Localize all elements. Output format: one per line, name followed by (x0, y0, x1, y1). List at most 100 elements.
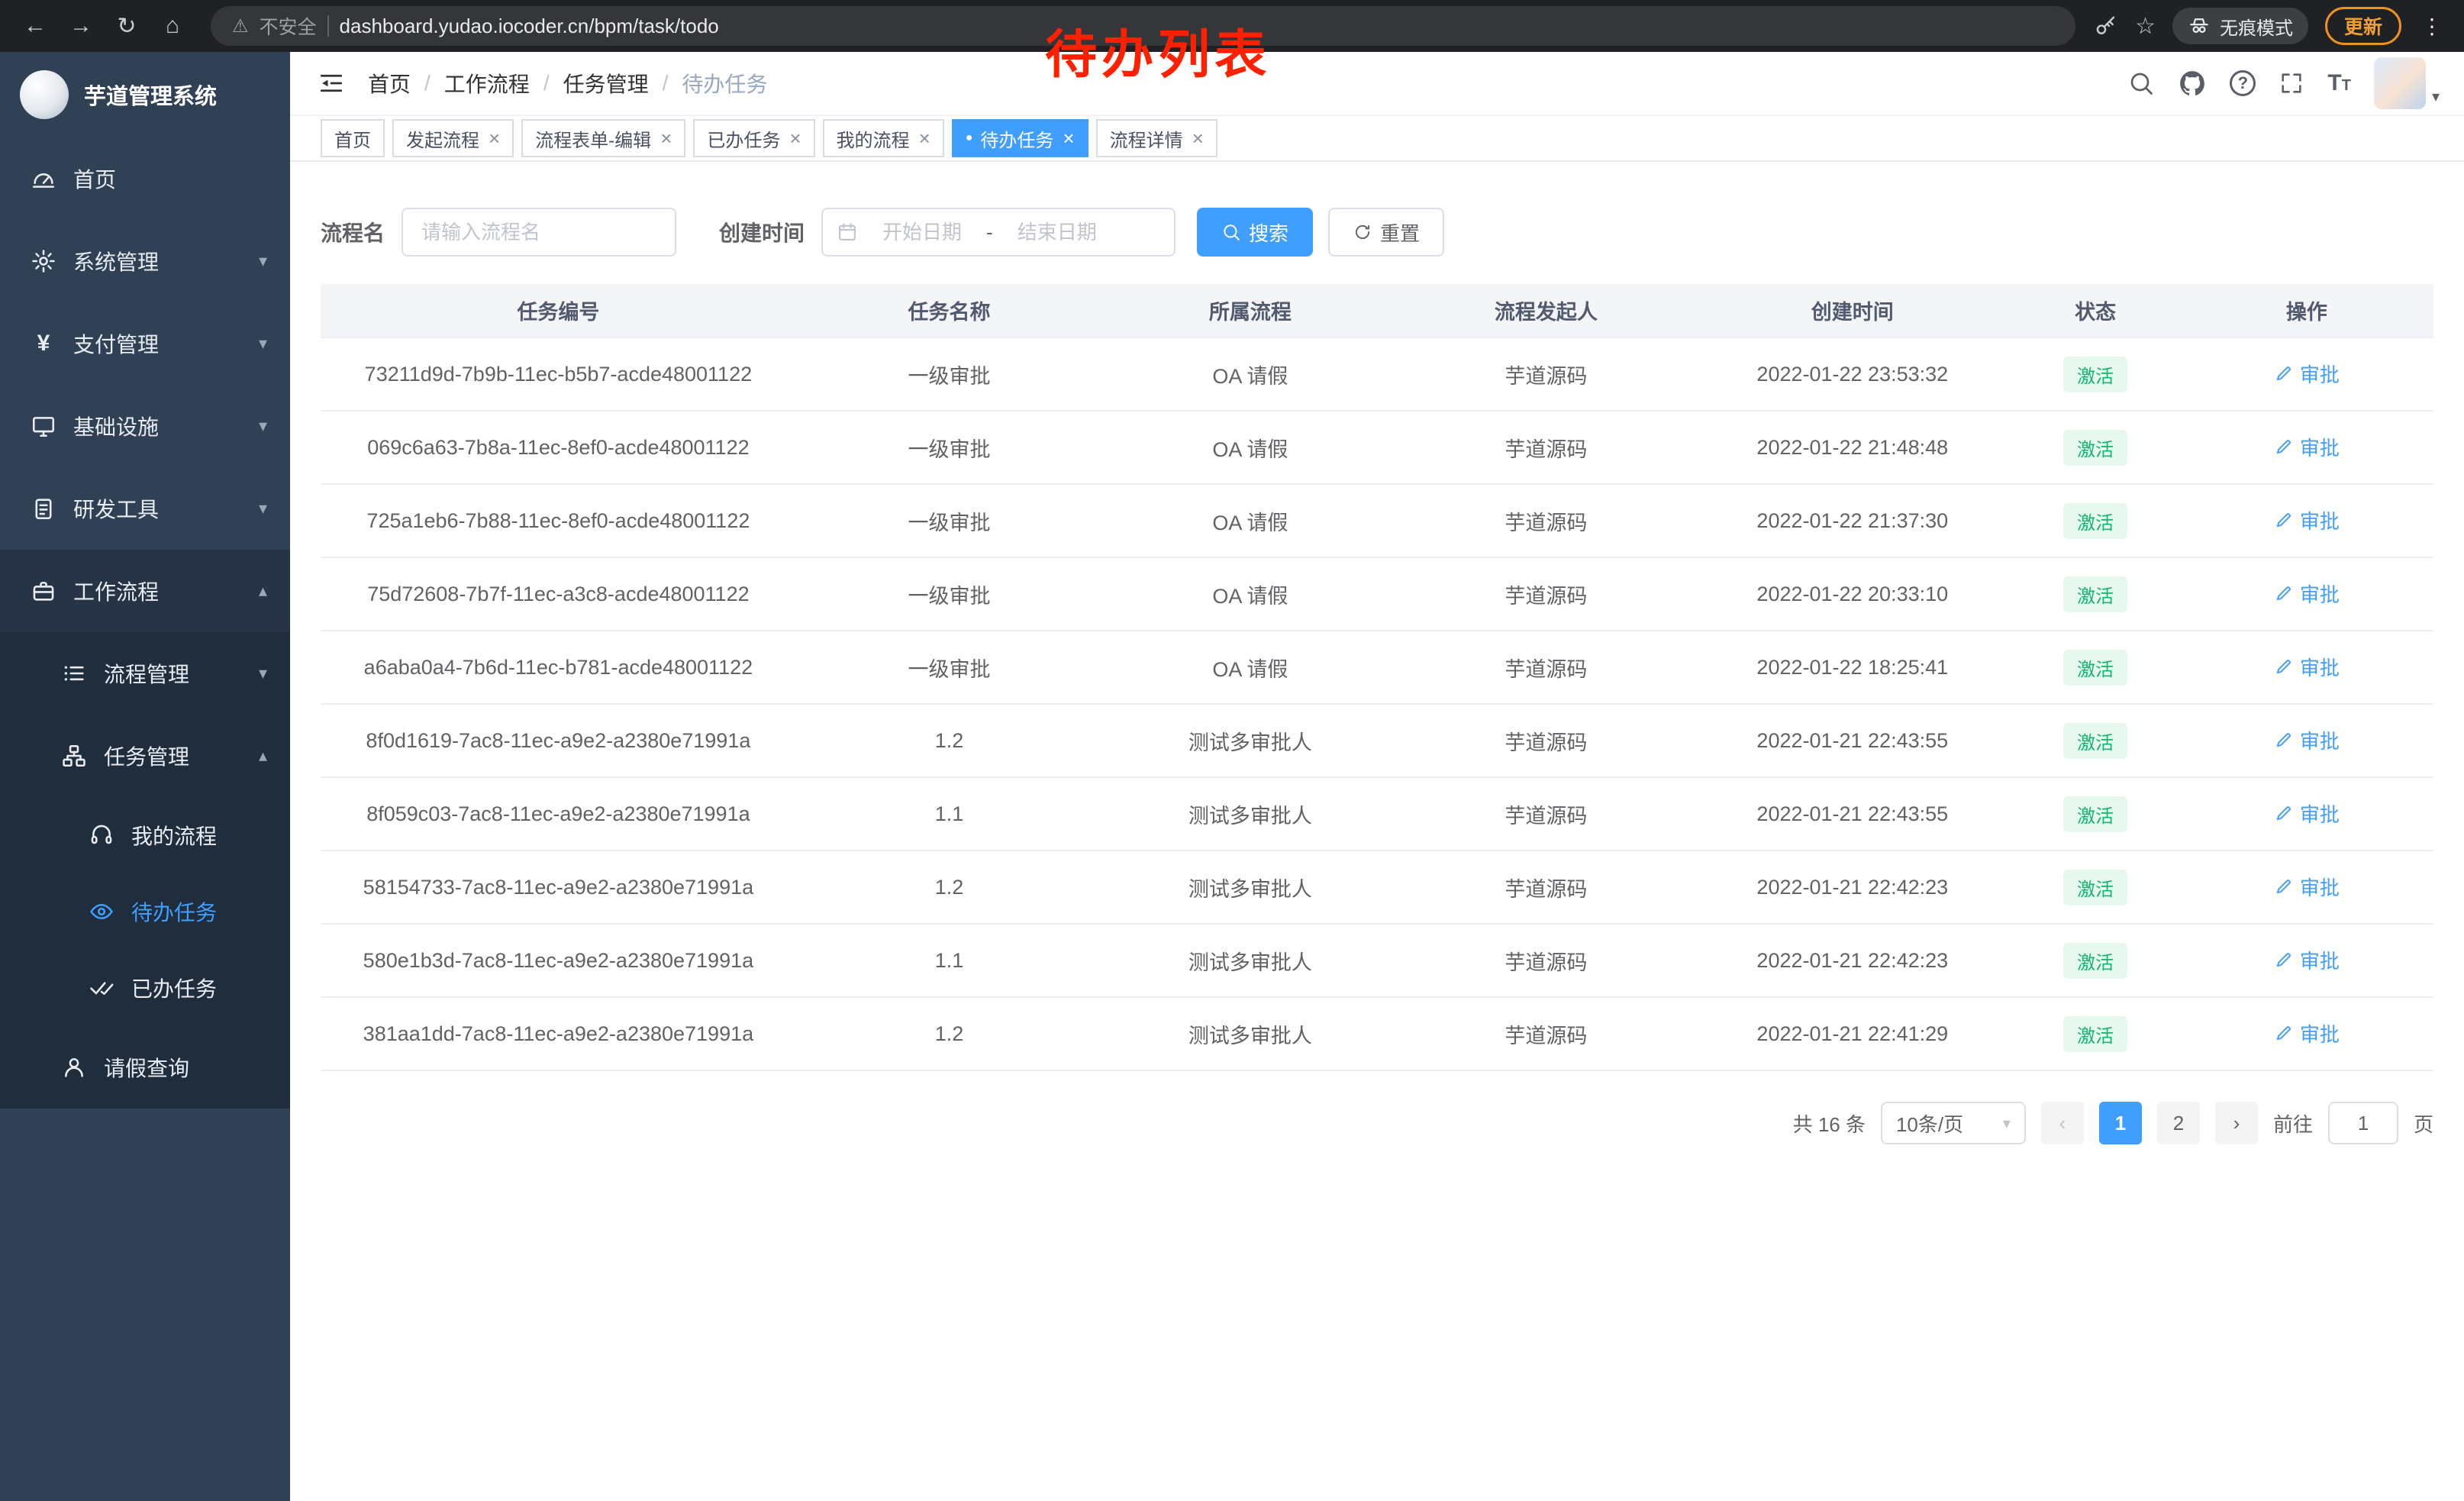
status-badge: 激活 (2063, 357, 2127, 392)
sidebar-item-label: 工作流程 (73, 576, 159, 606)
task-id-cell: 8f059c03-7ac8-11ec-a9e2-a2380e71991a (321, 777, 796, 851)
breadcrumb-workflow[interactable]: 工作流程 (444, 68, 530, 98)
bookmark-star-icon[interactable]: ☆ (2135, 13, 2156, 40)
close-icon[interactable]: × (489, 128, 500, 148)
tab-label: 流程表单-编辑 (535, 125, 651, 152)
tab-home[interactable]: 首页 (321, 119, 385, 157)
edit-pencil-icon (2274, 510, 2294, 530)
sidebar-item-my-process[interactable]: 我的流程 (0, 797, 290, 873)
tab-done-tasks[interactable]: 已办任务 × (693, 119, 814, 157)
page-button-1[interactable]: 1 (2099, 1102, 2142, 1144)
process-name-input[interactable] (402, 208, 676, 257)
sidebar-item-todo-tasks[interactable]: 待办任务 (0, 873, 290, 950)
address-divider (327, 15, 329, 37)
approve-link[interactable]: 审批 (2274, 433, 2340, 461)
search-icon[interactable] (2127, 69, 2155, 97)
page-size-select[interactable]: 10条/页 ▾ (1881, 1102, 2026, 1144)
breadcrumb-home[interactable]: 首页 (368, 68, 411, 98)
browser-back-button[interactable]: ← (15, 6, 55, 46)
calendar-icon (837, 221, 858, 243)
approve-link[interactable]: 审批 (2274, 653, 2340, 681)
approve-link[interactable]: 审批 (2274, 799, 2340, 828)
initiator-cell: 芋道源码 (1398, 631, 1695, 704)
sidebar-item-label: 系统管理 (73, 246, 159, 276)
chevron-down-icon: ▾ (259, 499, 267, 518)
start-date-input[interactable] (864, 221, 980, 244)
approve-link[interactable]: 审批 (2274, 506, 2340, 534)
goto-page-input[interactable] (2328, 1102, 2398, 1144)
update-label: 更新 (2344, 12, 2382, 40)
password-key-icon[interactable] (2094, 14, 2118, 38)
browser-update-button[interactable]: 更新 (2325, 7, 2401, 45)
help-icon[interactable]: ? (2230, 70, 2256, 96)
sidebar-item-process-mgmt[interactable]: 流程管理 ▾ (0, 632, 290, 715)
created-time-cell: 2022-01-22 21:37:30 (1694, 484, 2011, 557)
edit-pencil-icon (2274, 363, 2294, 383)
github-icon[interactable] (2178, 69, 2207, 98)
breadcrumb-task-mgmt[interactable]: 任务管理 (563, 68, 649, 98)
approve-label: 审批 (2300, 360, 2340, 388)
close-icon[interactable]: × (1063, 128, 1074, 148)
sidebar-item-leave-query[interactable]: 请假查询 (0, 1026, 290, 1109)
incognito-icon (2188, 15, 2211, 37)
user-menu[interactable]: ▾ (2374, 57, 2440, 109)
sidebar-item-done-tasks[interactable]: 已办任务 (0, 950, 290, 1026)
initiator-cell: 芋道源码 (1398, 924, 1695, 997)
sidebar-collapse-icon[interactable] (318, 69, 345, 97)
font-size-icon[interactable]: TT (2327, 70, 2351, 96)
close-icon[interactable]: × (660, 128, 672, 148)
reset-button[interactable]: 重置 (1328, 208, 1444, 257)
date-range-picker[interactable]: - (821, 208, 1176, 257)
sidebar-item-label: 流程管理 (104, 658, 189, 689)
browser-menu-icon[interactable]: ⋮ (2418, 14, 2446, 39)
process-cell: OA 请假 (1102, 557, 1398, 631)
tab-my-process[interactable]: 我的流程 × (823, 119, 944, 157)
col-action: 操作 (2180, 284, 2433, 337)
yen-icon: ¥ (31, 331, 56, 357)
browser-home-button[interactable]: ⌂ (153, 6, 192, 46)
status-cell: 激活 (2011, 337, 2179, 411)
search-button[interactable]: 搜索 (1197, 208, 1313, 257)
prev-page-button[interactable]: ‹ (2041, 1102, 2084, 1144)
tab-todo-tasks[interactable]: ● 待办任务 × (952, 119, 1088, 157)
action-cell: 审批 (2180, 851, 2433, 924)
close-icon[interactable]: × (1192, 128, 1204, 148)
end-date-input[interactable] (999, 221, 1115, 244)
sidebar-item-workflow[interactable]: 工作流程 ▴ (0, 550, 290, 632)
approve-link[interactable]: 审批 (2274, 873, 2340, 901)
table-row: 580e1b3d-7ac8-11ec-a9e2-a2380e71991a 1.1… (321, 924, 2433, 997)
close-icon[interactable]: × (919, 128, 930, 148)
sidebar-item-label: 请假查询 (104, 1052, 189, 1083)
sidebar-item-infrastructure[interactable]: 基础设施 ▾ (0, 385, 290, 467)
sidebar-item-task-mgmt[interactable]: 任务管理 ▴ (0, 715, 290, 797)
browser-reload-button[interactable]: ↻ (107, 6, 147, 46)
browser-forward-button[interactable]: → (61, 6, 101, 46)
app-logo[interactable]: 芋道管理系统 (0, 52, 290, 137)
edit-pencil-icon (2274, 730, 2294, 750)
tab-start-process[interactable]: 发起流程 × (392, 119, 514, 157)
approve-link[interactable]: 审批 (2274, 579, 2340, 608)
address-bar[interactable]: ⚠ 不安全 dashboard.yudao.iocoder.cn/bpm/tas… (211, 6, 2075, 46)
fullscreen-icon[interactable] (2279, 70, 2304, 96)
col-created-time: 创建时间 (1694, 284, 2011, 337)
task-id-cell: a6aba0a4-7b6d-11ec-b781-acde48001122 (321, 631, 796, 704)
tab-label: 已办任务 (707, 125, 780, 152)
approve-link[interactable]: 审批 (2274, 1019, 2340, 1047)
col-status: 状态 (2011, 284, 2179, 337)
process-name-label: 流程名 (321, 217, 385, 247)
close-icon[interactable]: × (789, 128, 801, 148)
sidebar-item-home[interactable]: 首页 (0, 137, 290, 220)
sidebar-item-dev-tools[interactable]: 研发工具 ▾ (0, 467, 290, 550)
initiator-cell: 芋道源码 (1398, 704, 1695, 777)
tab-process-form-edit[interactable]: 流程表单-编辑 × (521, 119, 685, 157)
initiator-cell: 芋道源码 (1398, 411, 1695, 484)
sidebar-item-payment[interactable]: ¥ 支付管理 ▾ (0, 302, 290, 385)
page-button-2[interactable]: 2 (2157, 1102, 2200, 1144)
tab-process-detail[interactable]: 流程详情 × (1096, 119, 1217, 157)
sidebar-item-system[interactable]: 系统管理 ▾ (0, 220, 290, 302)
table-row: 58154733-7ac8-11ec-a9e2-a2380e71991a 1.2… (321, 851, 2433, 924)
approve-link[interactable]: 审批 (2274, 360, 2340, 388)
next-page-button[interactable]: › (2215, 1102, 2258, 1144)
approve-link[interactable]: 审批 (2274, 946, 2340, 974)
approve-link[interactable]: 审批 (2274, 726, 2340, 754)
